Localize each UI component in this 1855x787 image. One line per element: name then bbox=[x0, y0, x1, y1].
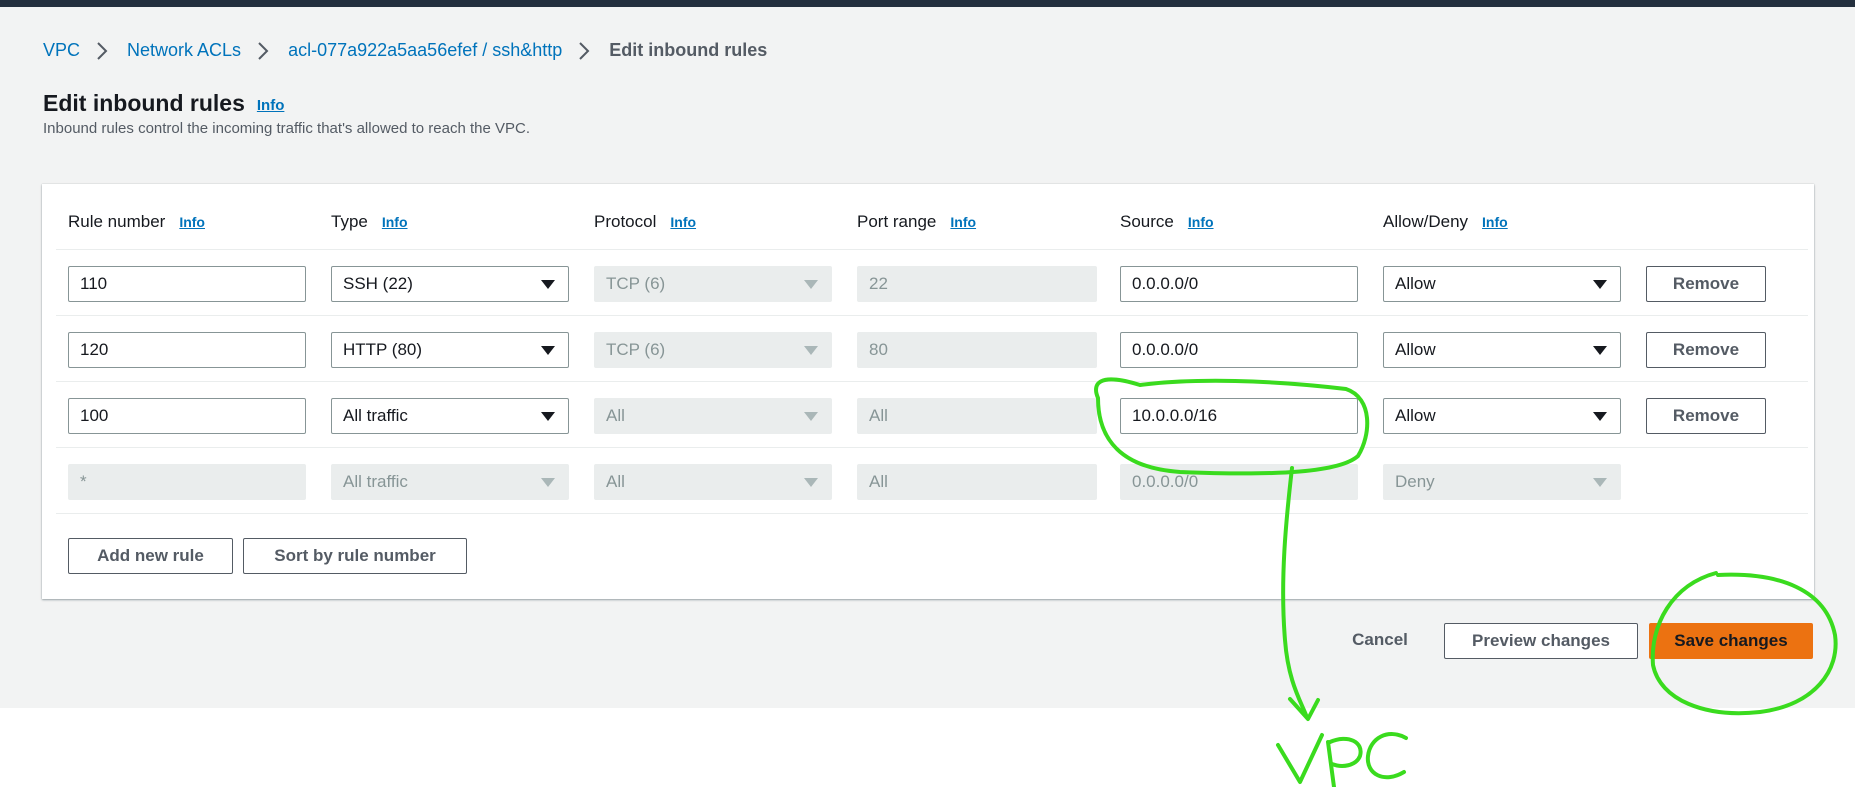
remove-button[interactable]: Remove bbox=[1646, 398, 1766, 434]
allow-deny-select[interactable]: Allow bbox=[1383, 266, 1621, 302]
column-label: Protocol bbox=[594, 212, 657, 231]
column-label: Source bbox=[1120, 212, 1174, 231]
type-select[interactable]: All traffic bbox=[331, 398, 569, 434]
type-select-value: HTTP (80) bbox=[343, 340, 423, 359]
protocol-select: All bbox=[594, 464, 832, 500]
rule-number-input[interactable]: 120 bbox=[68, 332, 306, 368]
type-select: All traffic bbox=[331, 464, 569, 500]
row-divider bbox=[56, 315, 1808, 316]
info-link[interactable]: Info bbox=[1188, 214, 1214, 230]
rule-number-input[interactable]: 110 bbox=[68, 266, 306, 302]
source-input: 0.0.0.0/0 bbox=[1120, 464, 1358, 500]
column-label: Rule number bbox=[68, 212, 166, 231]
caret-down-icon bbox=[541, 280, 555, 289]
breadcrumb: VPC Network ACLs acl-077a922a5aa56efef /… bbox=[43, 40, 767, 61]
info-link[interactable]: Info bbox=[1482, 214, 1508, 230]
info-link[interactable]: Info bbox=[670, 214, 696, 230]
allow-deny-value: Deny bbox=[1395, 472, 1435, 491]
sort-by-rule-number-button[interactable]: Sort by rule number bbox=[243, 538, 467, 574]
type-select-value: All traffic bbox=[343, 472, 408, 491]
info-link[interactable]: Info bbox=[382, 214, 408, 230]
type-select[interactable]: HTTP (80) bbox=[331, 332, 569, 368]
chevron-right-icon bbox=[97, 41, 108, 60]
caret-down-icon bbox=[541, 478, 555, 487]
column-label: Type bbox=[331, 212, 368, 231]
caret-down-icon bbox=[804, 346, 818, 355]
caret-down-icon bbox=[541, 412, 555, 421]
top-nav-bar bbox=[0, 0, 1855, 7]
remove-button[interactable]: Remove bbox=[1646, 266, 1766, 302]
caret-down-icon bbox=[1593, 412, 1607, 421]
protocol-select: All bbox=[594, 398, 832, 434]
type-select-value: SSH (22) bbox=[343, 274, 413, 293]
caret-down-icon bbox=[541, 346, 555, 355]
allow-deny-select: Deny bbox=[1383, 464, 1621, 500]
row-divider bbox=[56, 513, 1808, 514]
allow-deny-value: Allow bbox=[1395, 274, 1436, 293]
caret-down-icon bbox=[804, 478, 818, 487]
protocol-select-value: TCP (6) bbox=[606, 274, 666, 293]
source-input[interactable]: 10.0.0.0/16 bbox=[1120, 398, 1358, 434]
caret-down-icon bbox=[804, 412, 818, 421]
chevron-right-icon bbox=[258, 41, 269, 60]
breadcrumb-vpc[interactable]: VPC bbox=[43, 40, 80, 61]
annotation-letter-v bbox=[1276, 733, 1324, 784]
cancel-button[interactable]: Cancel bbox=[1336, 622, 1424, 658]
port-range-input: All bbox=[857, 398, 1097, 434]
protocol-select: TCP (6) bbox=[594, 332, 832, 368]
port-range-input: 80 bbox=[857, 332, 1097, 368]
caret-down-icon bbox=[1593, 346, 1607, 355]
port-range-input: 22 bbox=[857, 266, 1097, 302]
chevron-right-icon bbox=[579, 41, 590, 60]
column-header-type: Type Info bbox=[331, 212, 408, 232]
protocol-select-value: TCP (6) bbox=[606, 340, 666, 359]
allow-deny-value: Allow bbox=[1395, 340, 1436, 359]
column-label: Port range bbox=[857, 212, 937, 231]
allow-deny-select[interactable]: Allow bbox=[1383, 332, 1621, 368]
allow-deny-value: Allow bbox=[1395, 406, 1436, 425]
column-header-source: Source Info bbox=[1120, 212, 1214, 232]
save-changes-button[interactable]: Save changes bbox=[1649, 623, 1813, 659]
page-title: Edit inbound rules Info bbox=[43, 90, 284, 117]
protocol-select-value: All bbox=[606, 406, 625, 425]
breadcrumb-current: Edit inbound rules bbox=[609, 40, 768, 60]
caret-down-icon bbox=[1593, 478, 1607, 487]
column-header-rule-number: Rule number Info bbox=[68, 212, 205, 232]
column-label: Allow/Deny bbox=[1383, 212, 1469, 231]
annotation-letter-p bbox=[1326, 736, 1363, 787]
column-header-protocol: Protocol Info bbox=[594, 212, 696, 232]
add-new-rule-button[interactable]: Add new rule bbox=[68, 538, 233, 574]
inbound-rules-panel bbox=[42, 184, 1814, 599]
remove-button[interactable]: Remove bbox=[1646, 332, 1766, 368]
caret-down-icon bbox=[1593, 280, 1607, 289]
port-range-input: All bbox=[857, 464, 1097, 500]
page-subtitle: Inbound rules control the incoming traff… bbox=[43, 120, 531, 137]
info-link[interactable]: Info bbox=[950, 214, 976, 230]
row-divider bbox=[56, 447, 1808, 448]
page-title-text: Edit inbound rules bbox=[43, 90, 245, 116]
info-link[interactable]: Info bbox=[179, 214, 205, 230]
allow-deny-select[interactable]: Allow bbox=[1383, 398, 1621, 434]
source-input[interactable]: 0.0.0.0/0 bbox=[1120, 332, 1358, 368]
protocol-select-value: All bbox=[606, 472, 625, 491]
preview-changes-button[interactable]: Preview changes bbox=[1444, 623, 1638, 659]
caret-down-icon bbox=[804, 280, 818, 289]
protocol-select: TCP (6) bbox=[594, 266, 832, 302]
column-header-port-range: Port range Info bbox=[857, 212, 976, 232]
title-info-link[interactable]: Info bbox=[257, 97, 285, 114]
column-header-allow-deny: Allow/Deny Info bbox=[1383, 212, 1508, 232]
annotation-letter-c bbox=[1365, 732, 1408, 780]
row-divider bbox=[56, 381, 1808, 382]
breadcrumb-acl[interactable]: acl-077a922a5aa56efef / ssh&http bbox=[288, 40, 562, 61]
row-divider bbox=[56, 249, 1808, 250]
source-input[interactable]: 0.0.0.0/0 bbox=[1120, 266, 1358, 302]
type-select-value: All traffic bbox=[343, 406, 408, 425]
breadcrumb-network-acls[interactable]: Network ACLs bbox=[127, 40, 241, 61]
rule-number-input[interactable]: 100 bbox=[68, 398, 306, 434]
rule-number-input: * bbox=[68, 464, 306, 500]
type-select[interactable]: SSH (22) bbox=[331, 266, 569, 302]
